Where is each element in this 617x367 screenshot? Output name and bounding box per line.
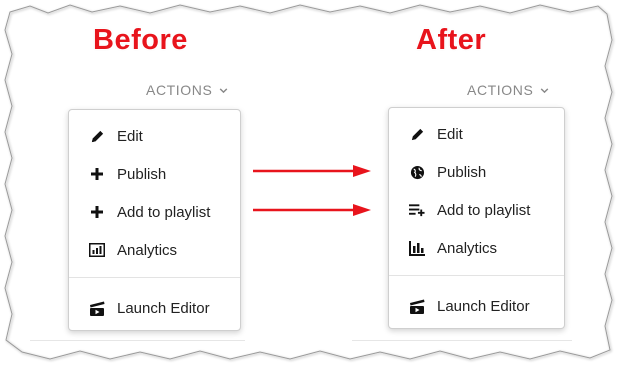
after-actions-menu: Edit Publish Add to playlist Analytics L… (388, 107, 565, 329)
menu-item-launch-editor[interactable]: Launch Editor (389, 288, 564, 324)
chevron-down-icon (541, 87, 549, 93)
menu-item-label: Analytics (117, 241, 178, 259)
arrow-add-to-playlist (253, 204, 371, 216)
pencil-icon (89, 128, 105, 144)
bar-chart-icon (409, 240, 425, 256)
menu-item-analytics[interactable]: Analytics (389, 230, 564, 266)
before-actions-dropdown[interactable]: ACTIONS (146, 82, 229, 98)
menu-divider (389, 275, 564, 276)
menu-item-publish[interactable]: Publish (69, 156, 240, 192)
menu-item-label: Edit (117, 127, 143, 145)
globe-icon (409, 164, 425, 180)
arrow-publish (253, 165, 371, 177)
menu-item-label: Publish (437, 163, 487, 181)
menu-item-label: Add to playlist (437, 201, 531, 219)
menu-item-label: Publish (117, 165, 167, 183)
clapperboard-icon (409, 298, 425, 314)
menu-item-label: Launch Editor (117, 299, 210, 317)
plus-icon (89, 204, 105, 220)
menu-item-label: Launch Editor (437, 297, 530, 315)
after-heading: After (416, 24, 487, 56)
menu-item-edit[interactable]: Edit (69, 118, 240, 154)
menu-item-add-to-playlist[interactable]: Add to playlist (69, 194, 240, 230)
menu-item-launch-editor[interactable]: Launch Editor (69, 290, 240, 326)
actions-label: ACTIONS (146, 82, 213, 98)
menu-item-label: Add to playlist (117, 203, 211, 221)
menu-item-label: Analytics (437, 239, 498, 257)
menu-item-publish[interactable]: Publish (389, 154, 564, 190)
after-bottom-divider (352, 340, 572, 341)
actions-label: ACTIONS (467, 82, 534, 98)
plus-icon (89, 166, 105, 182)
playlist-add-icon (409, 202, 425, 218)
menu-item-add-to-playlist[interactable]: Add to playlist (389, 192, 564, 228)
clapperboard-icon (89, 300, 105, 316)
pencil-icon (409, 126, 425, 142)
before-actions-menu: Edit Publish Add to playlist Analytics L… (68, 109, 241, 331)
analytics-icon (89, 242, 105, 258)
menu-item-analytics[interactable]: Analytics (69, 232, 240, 268)
menu-divider (69, 277, 240, 278)
menu-item-label: Edit (437, 125, 463, 143)
before-heading: Before (93, 24, 188, 56)
after-actions-dropdown[interactable]: ACTIONS (467, 82, 550, 98)
chevron-down-icon (220, 87, 228, 93)
before-bottom-divider (30, 340, 245, 341)
menu-item-edit[interactable]: Edit (389, 116, 564, 152)
